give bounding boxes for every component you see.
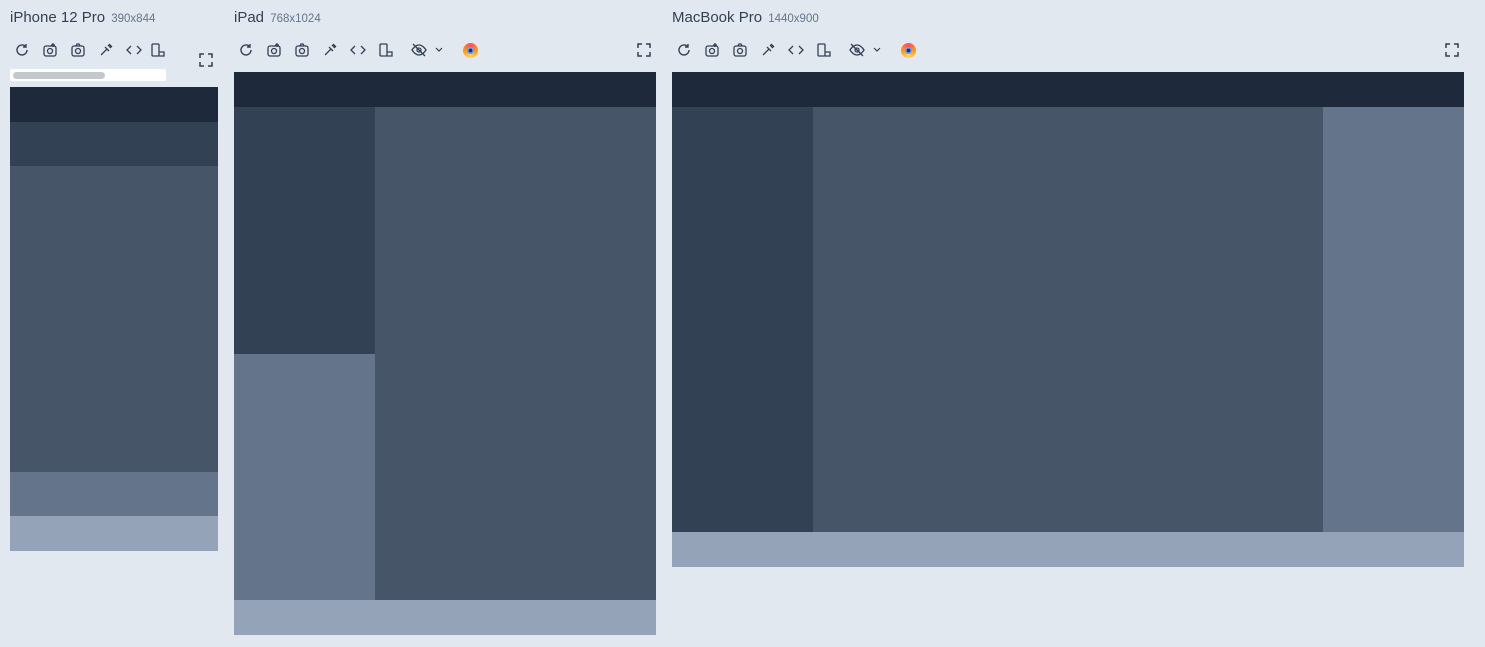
- device-title: iPhone 12 Pro 390x844: [10, 9, 155, 26]
- eyedropper-icon[interactable]: [758, 40, 778, 60]
- fullscreen-icon[interactable]: [196, 50, 216, 70]
- page-main: [10, 166, 218, 472]
- device-dimensions: 390x844: [111, 13, 156, 25]
- page-main: [813, 107, 1323, 532]
- fullscreen-icon[interactable]: [1442, 40, 1462, 60]
- code-icon[interactable]: [786, 40, 806, 60]
- device-name: iPhone 12 Pro: [10, 9, 106, 26]
- device-title: MacBook Pro 1440x900: [672, 9, 819, 26]
- page-footer: [672, 532, 1464, 567]
- page-header: [672, 72, 1464, 107]
- hide-eye-icon[interactable]: [847, 40, 867, 60]
- device-name: iPad: [234, 9, 265, 26]
- rotate-device-icon[interactable]: [150, 40, 166, 60]
- code-icon[interactable]: [124, 40, 144, 60]
- camera-icon[interactable]: [68, 40, 88, 60]
- page-sidebar: [234, 107, 375, 354]
- page-aside: [234, 354, 375, 600]
- page-main: [375, 107, 656, 600]
- hide-eye-icon[interactable]: [409, 40, 429, 60]
- screenshot-full-icon[interactable]: [40, 40, 60, 60]
- eyedropper-icon[interactable]: [320, 40, 340, 60]
- device-dimensions: 1440x900: [768, 13, 819, 25]
- chevron-down-icon[interactable]: [429, 40, 449, 60]
- rotate-device-icon[interactable]: [814, 40, 834, 60]
- fullscreen-icon[interactable]: [634, 40, 654, 60]
- camera-icon[interactable]: [292, 40, 312, 60]
- reload-icon[interactable]: [12, 40, 32, 60]
- page-footer: [10, 516, 218, 551]
- code-icon[interactable]: [348, 40, 368, 60]
- page-aside: [10, 472, 218, 516]
- screenshot-full-icon[interactable]: [702, 40, 722, 60]
- page-sidebar: [10, 122, 218, 166]
- chevron-down-icon[interactable]: [867, 40, 887, 60]
- page-sidebar: [672, 107, 813, 532]
- camera-icon[interactable]: [730, 40, 750, 60]
- screenshot-full-icon[interactable]: [264, 40, 284, 60]
- horizontal-scrollbar[interactable]: [10, 69, 166, 81]
- page-header: [10, 87, 218, 122]
- rotate-device-icon[interactable]: [376, 40, 396, 60]
- page-footer: [234, 600, 656, 635]
- page-header: [234, 72, 656, 107]
- reload-icon[interactable]: [674, 40, 694, 60]
- eyedropper-icon[interactable]: [96, 40, 116, 60]
- firefox-icon[interactable]: [898, 40, 918, 60]
- reload-icon[interactable]: [236, 40, 256, 60]
- device-dimensions: 768x1024: [270, 13, 321, 25]
- device-title: iPad 768x1024: [234, 9, 321, 26]
- device-name: MacBook Pro: [672, 9, 763, 26]
- device-viewport: [10, 87, 218, 551]
- device-viewport: [234, 72, 656, 635]
- firefox-icon[interactable]: [460, 40, 480, 60]
- page-aside: [1323, 107, 1464, 532]
- device-viewport: [672, 72, 1464, 567]
- scrollbar-thumb[interactable]: [13, 72, 105, 79]
